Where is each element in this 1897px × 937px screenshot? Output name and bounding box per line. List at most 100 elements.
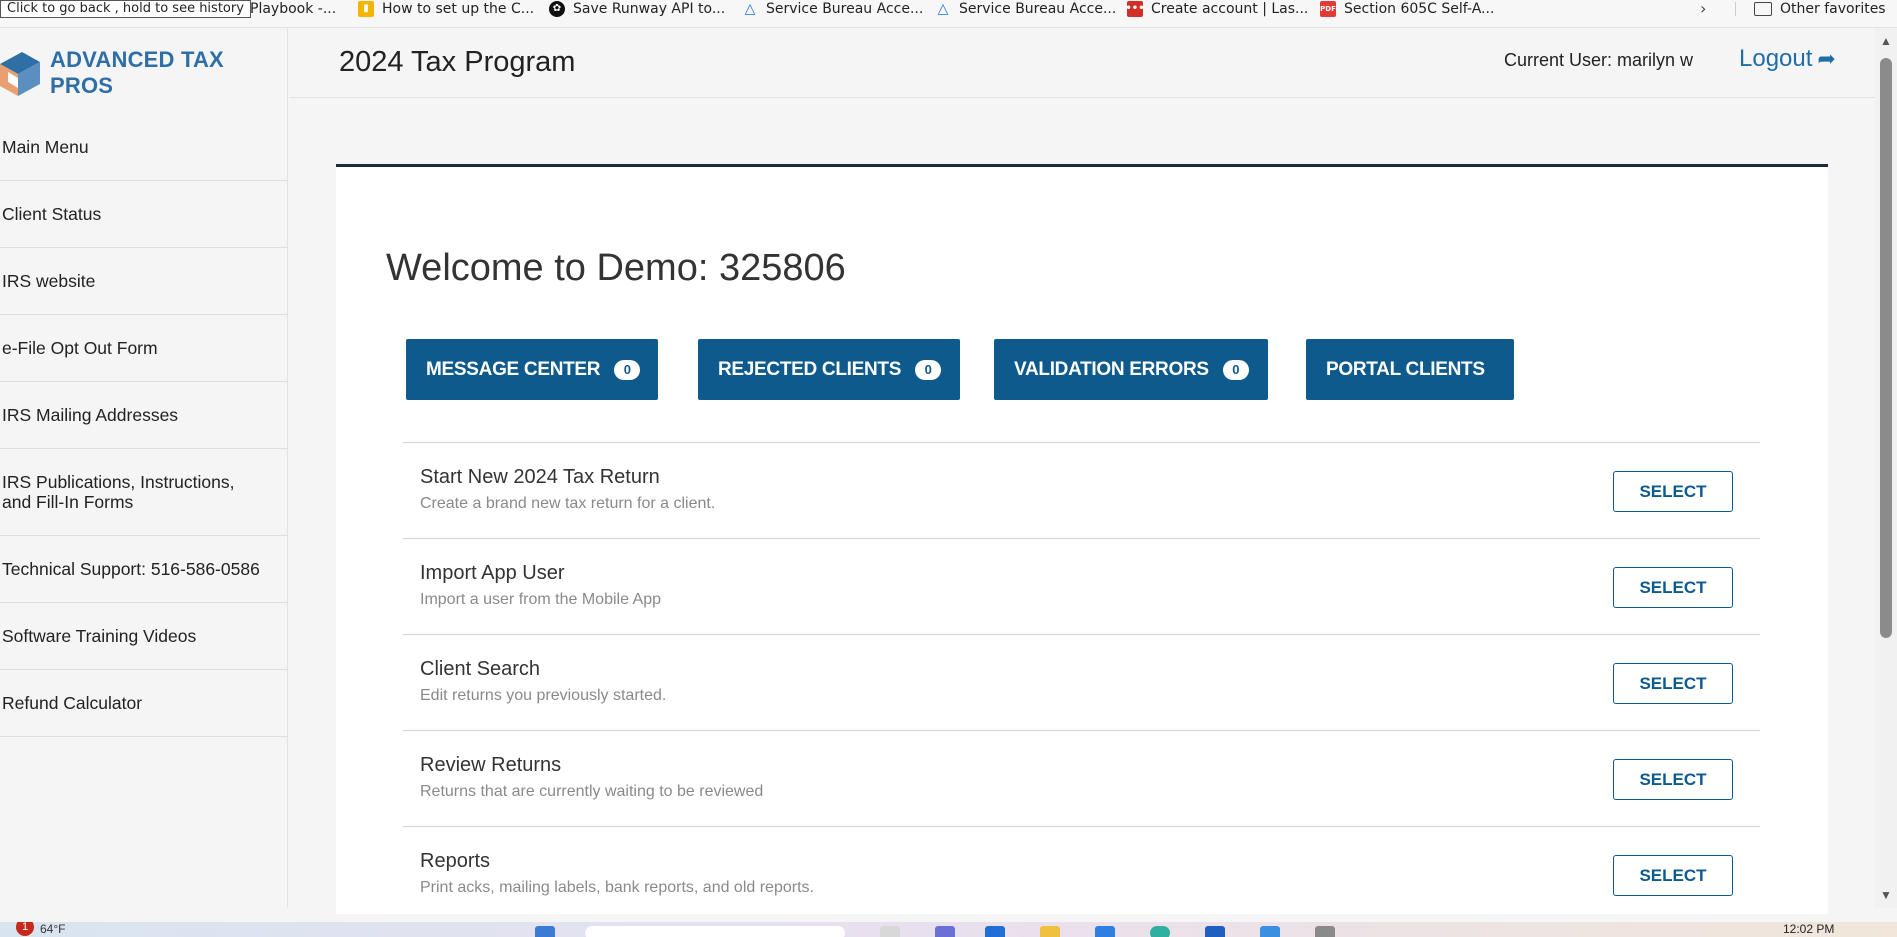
count-badge: 0 — [1222, 359, 1249, 380]
app-icon[interactable] — [1260, 926, 1280, 937]
bookmark-create-account[interactable]: ••• Create account | Las... — [1125, 0, 1309, 18]
scrollbar-thumb[interactable] — [1880, 58, 1892, 638]
chrome-icon[interactable] — [1150, 926, 1170, 937]
select-button[interactable]: SELECT — [1613, 855, 1733, 896]
option-client-search: Client Search Edit returns you previousl… — [403, 634, 1760, 730]
store-icon[interactable] — [1205, 926, 1225, 937]
button-label: PORTAL CLIENTS — [1326, 358, 1485, 380]
button-label: REJECTED CLIENTS — [718, 358, 902, 380]
taskbar: 1 64°F 12:02 PM — [0, 922, 1897, 937]
weather-widget[interactable]: 1 64°F — [16, 922, 65, 936]
weather-temp: 64°F — [40, 922, 66, 936]
current-user-label: Current User: marilyn w — [1504, 50, 1694, 70]
logo-text: ADVANCED TAX PROS — [50, 47, 224, 98]
bookmark-setup-guide[interactable]: ▮ How to set up the C... — [358, 0, 534, 18]
edge-icon[interactable] — [985, 926, 1005, 937]
sidebar-item-label: Client Status — [2, 204, 102, 224]
option-description: Import a user from the Mobile App — [420, 591, 661, 608]
sidebar-item-irs-website[interactable]: IRS website — [0, 248, 288, 315]
select-button[interactable]: SELECT — [1613, 567, 1733, 608]
portal-clients-button[interactable]: PORTAL CLIENTS — [1306, 339, 1514, 400]
teams-icon[interactable] — [935, 926, 955, 937]
option-title: Reports — [420, 850, 491, 872]
other-favorites-label: Other favorites — [1780, 1, 1886, 17]
option-title: Client Search — [420, 658, 541, 680]
sidebar-item-main-menu[interactable]: Main Menu — [0, 114, 288, 181]
sidebar-item-label: IRS website — [2, 271, 96, 291]
sidebar-item-technical-support[interactable]: Technical Support: 516-586-0586 — [0, 536, 288, 603]
bookmark-playbook[interactable]: Playbook -... — [250, 0, 336, 18]
sidebar-item-irs-publications[interactable]: IRS Publications, Instructions, and Fill… — [0, 449, 288, 536]
bookmark-label: How to set up the C... — [382, 1, 535, 17]
sidebar-item-training-videos[interactable]: Software Training Videos — [0, 603, 288, 670]
lastpass-icon: ••• — [1125, 1, 1145, 17]
google-icon: ▮ — [358, 1, 374, 17]
chevron-right-icon[interactable]: › — [1700, 0, 1706, 18]
scroll-up-icon[interactable]: ▲ — [1880, 34, 1892, 48]
task-view-icon[interactable] — [880, 926, 900, 937]
sidebar-item-refund-calculator[interactable]: Refund Calculator — [0, 670, 288, 737]
option-import-app-user: Import App User Import a user from the M… — [403, 538, 1760, 634]
count-badge: 0 — [614, 359, 641, 380]
page-header: 2024 Tax Program Current User: marilyn w… — [289, 28, 1875, 98]
option-description: Create a brand new tax return for a clie… — [420, 495, 716, 512]
bookmark-label: Section 605C Self-A... — [1344, 1, 1495, 17]
sidebar-item-label: IRS Mailing Addresses — [2, 405, 179, 425]
bookmark-label: Service Bureau Acce... — [766, 1, 924, 17]
option-review-returns: Review Returns Returns that are currentl… — [403, 730, 1760, 826]
message-center-button[interactable]: MESSAGE CENTER 0 — [406, 339, 658, 400]
sidebar-item-efile-opt-out[interactable]: e-File Opt Out Form — [0, 315, 288, 382]
back-button-tooltip: Click to go back , hold to see history — [0, 0, 251, 18]
sidebar-item-label: Refund Calculator — [2, 693, 143, 713]
pdf-icon: PDF — [1320, 1, 1336, 17]
sidebar-menu: Main Menu Client Status IRS website e-Fi… — [0, 114, 288, 737]
settings-icon[interactable] — [1315, 926, 1335, 937]
logo-mark-icon — [0, 52, 40, 96]
triangle-icon: △ — [744, 1, 756, 17]
triangle-icon: △ — [937, 1, 949, 17]
options-list: Start New 2024 Tax Return Create a brand… — [403, 442, 1760, 922]
sidebar-item-label: e-File Opt Out Form — [2, 338, 158, 358]
bookmark-label: Save Runway API to... — [573, 1, 726, 17]
logout-link[interactable]: Logout ➦ — [1739, 45, 1836, 73]
option-description: Returns that are currently waiting to be… — [420, 783, 764, 800]
bookmark-section-605c[interactable]: PDF Section 605C Self-A... — [1320, 0, 1494, 18]
logo[interactable]: ADVANCED TAX PROS — [0, 44, 288, 102]
bookmark-label: Create account | Las... — [1151, 1, 1309, 17]
option-title: Import App User — [420, 562, 565, 584]
sidebar-item-label: Software Training Videos — [2, 626, 197, 646]
sidebar-item-label: IRS Publications, Instructions, and Fill… — [2, 472, 235, 512]
other-favorites[interactable]: Other favorites — [1754, 0, 1886, 18]
button-label: MESSAGE CENTER — [426, 358, 601, 380]
taskbar-clock: 12:02 PM — [1783, 922, 1835, 936]
option-start-new-return: Start New 2024 Tax Return Create a brand… — [403, 442, 1760, 538]
sidebar-item-label: Main Menu — [2, 137, 89, 157]
button-label: VALIDATION ERRORS — [1014, 358, 1209, 380]
sidebar-item-irs-mailing-addresses[interactable]: IRS Mailing Addresses — [0, 382, 288, 449]
option-description: Edit returns you previously started. — [420, 687, 667, 704]
bookmark-label: Playbook -... — [250, 1, 337, 17]
validation-errors-button[interactable]: VALIDATION ERRORS 0 — [994, 339, 1268, 400]
file-explorer-icon[interactable] — [1040, 926, 1060, 937]
option-description: Print acks, mailing labels, bank reports… — [420, 879, 814, 896]
select-button[interactable]: SELECT — [1613, 471, 1733, 512]
windows-start-icon[interactable] — [535, 926, 555, 937]
rejected-clients-button[interactable]: REJECTED CLIENTS 0 — [698, 339, 960, 400]
page-scrollbar[interactable]: ▲ ▼ — [1875, 28, 1897, 908]
main-card: Welcome to Demo: 325806 MESSAGE CENTER 0… — [336, 164, 1828, 914]
count-badge: 0 — [915, 359, 942, 380]
sidebar-item-client-status[interactable]: Client Status — [0, 181, 288, 248]
select-button[interactable]: SELECT — [1613, 759, 1733, 800]
bookmark-runway-api[interactable]: ✿ Save Runway API to... — [549, 0, 725, 18]
folder-icon — [1754, 2, 1772, 16]
page-title: 2024 Tax Program — [339, 46, 576, 78]
bookmarks-divider — [1735, 2, 1736, 16]
sidebar-item-label: Technical Support: 516-586-0586 — [2, 559, 260, 579]
select-button[interactable]: SELECT — [1613, 663, 1733, 704]
mail-icon[interactable] — [1095, 926, 1115, 937]
scroll-down-icon[interactable]: ▼ — [1880, 888, 1892, 902]
taskbar-search-box[interactable] — [585, 926, 845, 937]
bookmark-service-bureau-2[interactable]: △ Service Bureau Acce... — [935, 0, 1117, 18]
alert-badge: 1 — [16, 922, 34, 936]
bookmark-service-bureau-1[interactable]: △ Service Bureau Acce... — [742, 0, 924, 18]
